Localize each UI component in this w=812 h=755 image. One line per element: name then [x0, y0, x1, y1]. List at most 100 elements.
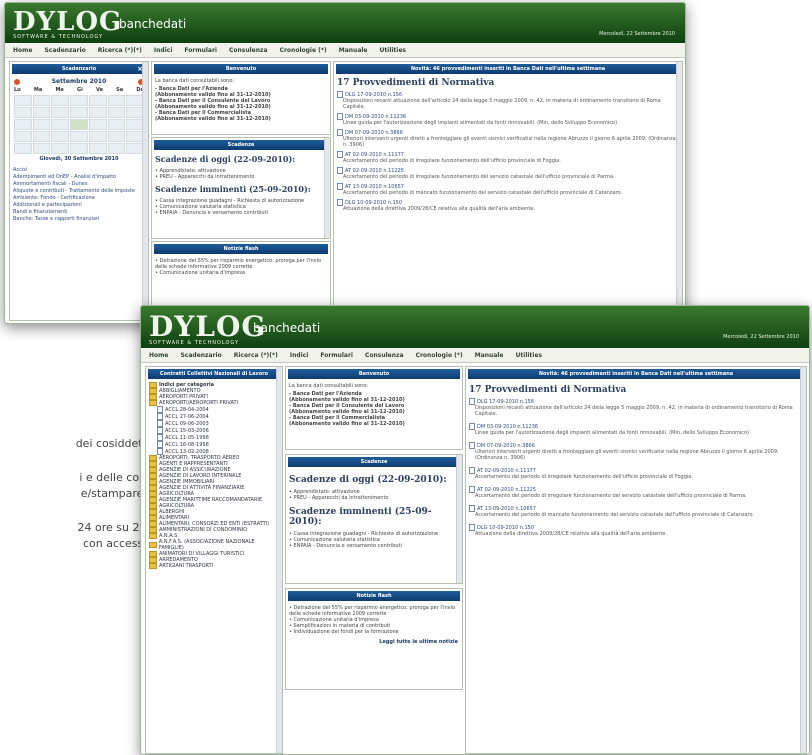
menu-home[interactable]: Home: [149, 352, 168, 359]
scrollbar[interactable]: [456, 455, 462, 583]
list-item[interactable]: AT 02-09-2010 n.11225 Accertamento del pe…: [337, 167, 679, 180]
menu-formulari[interactable]: Formulari: [184, 47, 217, 54]
menu-utilities[interactable]: Utilities: [516, 352, 542, 359]
calendar-day[interactable]: [107, 143, 126, 154]
calendar-day[interactable]: [70, 131, 88, 142]
scrollbar[interactable]: [276, 367, 282, 753]
calendar-day-selected[interactable]: [70, 119, 88, 130]
menu-home[interactable]: Home: [13, 47, 32, 54]
calendar-day[interactable]: [70, 107, 88, 118]
calendar-day[interactable]: [51, 95, 70, 106]
item-head[interactable]: AT 13-09-2010 n.10657: [477, 506, 536, 512]
menu-indici[interactable]: Indici: [154, 47, 172, 54]
item-head[interactable]: DM 03-09-2010 n.11236: [345, 114, 406, 120]
scrollbar[interactable]: [142, 62, 148, 320]
item-head[interactable]: AT 02-09-2010 n.11225: [477, 487, 536, 493]
scrollbar[interactable]: [676, 62, 682, 320]
menu-indici[interactable]: Indici: [290, 352, 308, 359]
list-item[interactable]: Bandi e finanziamenti: [13, 209, 145, 215]
item-head[interactable]: AT 02-09-2010 n.11225: [345, 168, 404, 174]
list-item[interactable]: • ENPAIA - Denuncia e versamento contrib…: [155, 210, 327, 216]
calendar-day[interactable]: [88, 107, 107, 118]
tree-leaf[interactable]: ACCL 09-06-2003: [149, 420, 279, 427]
menu-consulenza[interactable]: Consulenza: [365, 352, 404, 359]
calendar-day[interactable]: [51, 131, 70, 142]
calendar-day[interactable]: [88, 95, 107, 106]
item-head[interactable]: AT 13-09-2010 n.10657: [345, 184, 404, 190]
list-item[interactable]: • ENPAIA - Denuncia e versamento contrib…: [289, 543, 459, 549]
list-item[interactable]: Banche: Tasse e rapporti finanziari: [13, 216, 145, 222]
tree-leaf[interactable]: ACCL 15-03-2006: [149, 427, 279, 434]
menu-manuale[interactable]: Manuale: [339, 47, 368, 54]
calendar-day[interactable]: [32, 119, 51, 130]
list-item[interactable]: DLG 17-09-2010 n.156 Disposizioni recanti…: [337, 91, 679, 110]
calendar-day[interactable]: [14, 95, 32, 106]
tree-leaf[interactable]: ACCL 28-04-2004: [149, 406, 279, 413]
calendar-day[interactable]: [14, 131, 32, 142]
menu-scadenzario[interactable]: Scadenzario: [44, 47, 85, 54]
menu-consulenza[interactable]: Consulenza: [229, 47, 268, 54]
list-item[interactable]: • PREU - Apparecchi da intrattenimento: [289, 495, 459, 501]
menu-cronologie[interactable]: Cronologie (*): [280, 47, 327, 54]
scrollbar[interactable]: [800, 367, 806, 753]
calendar-day[interactable]: [14, 143, 32, 154]
list-item[interactable]: Ambiente: Fondo - Certificazione: [13, 195, 145, 201]
item-head[interactable]: DM 03-09-2010 n.11236: [477, 424, 538, 430]
calendar-day[interactable]: [88, 119, 107, 130]
calendar-day[interactable]: [70, 143, 88, 154]
item-head[interactable]: AT 02-09-2010 n.11177: [477, 468, 536, 474]
all-news-link[interactable]: Leggi tutte le ultime notizie: [286, 637, 462, 647]
item-head[interactable]: DLG 17-09-2010 n.156: [345, 92, 402, 98]
calendar-day[interactable]: [14, 119, 32, 130]
tree-leaf[interactable]: ACCL 11-05-1998: [149, 434, 279, 441]
menu-ricerca[interactable]: Ricerca (*)(*): [234, 352, 278, 359]
calendar-day[interactable]: [88, 143, 107, 154]
list-item[interactable]: AT 02-09-2010 n.11177 Accertamento del pe…: [469, 467, 803, 480]
item-head[interactable]: DLG 17-09-2010 n.156: [477, 399, 534, 405]
calendar-day[interactable]: [32, 143, 51, 154]
item-head[interactable]: DLG 10-09-2010 n.150: [345, 200, 402, 206]
list-item[interactable]: Addizionali e partecipazioni: [13, 202, 145, 208]
menu-manuale[interactable]: Manuale: [475, 352, 504, 359]
calendar-day[interactable]: [32, 107, 51, 118]
tree-leaf[interactable]: ACCL 27-06-2004: [149, 413, 279, 420]
tree-node[interactable]: ARTIGIANI TRASPORTI: [149, 563, 279, 569]
calendar-day[interactable]: [107, 95, 126, 106]
prev-month-icon[interactable]: [14, 78, 20, 85]
tree-leaf[interactable]: ACCL 16-08-1998: [149, 441, 279, 448]
news-item[interactable]: • Comunicazione unitaria d'impresa: [155, 270, 327, 276]
list-item[interactable]: Accisi: [13, 167, 145, 173]
calendar-day[interactable]: [51, 107, 70, 118]
calendar-day[interactable]: [51, 119, 70, 130]
list-item[interactable]: DLG 17-09-2010 n.156 Disposizioni recanti…: [469, 398, 803, 417]
menu-formulari[interactable]: Formulari: [320, 352, 353, 359]
list-item[interactable]: DM 03-09-2010 n.11236 Linee guida per l'a…: [337, 113, 679, 126]
list-item[interactable]: AT 13-09-2010 n.10657 Accertamento del pe…: [469, 505, 803, 518]
list-item[interactable]: Aliquote e contributi - Trattamento dell…: [13, 188, 145, 194]
calendar-day[interactable]: [51, 143, 70, 154]
news-item[interactable]: • Detrazione del 55% per risparmio energ…: [289, 605, 459, 617]
menu-utilities[interactable]: Utilities: [380, 47, 406, 54]
list-item[interactable]: DLG 10-09-2010 n.150 Attuazione della dir…: [337, 199, 679, 212]
list-item[interactable]: AT 13-09-2010 n.10657 Accertamento del pe…: [337, 183, 679, 196]
menu-cronologie[interactable]: Cronologie (*): [416, 352, 463, 359]
list-item[interactable]: DM 07-09-2010 n.3866 Ulteriori interventi…: [469, 442, 803, 461]
scrollbar[interactable]: [324, 138, 330, 238]
list-item[interactable]: Adempimenti ed OnEP - Analisi d'impatto: [13, 174, 145, 180]
calendar-day[interactable]: [14, 107, 32, 118]
calendar-day[interactable]: [32, 95, 51, 106]
list-item[interactable]: DLG 10-09-2010 n.150 Attuazione della dir…: [469, 524, 803, 537]
item-head[interactable]: DM 07-09-2010 n.3866: [345, 130, 403, 136]
tree-leaf[interactable]: ACCL 13-02-2008: [149, 448, 279, 455]
list-item[interactable]: • PREU - Apparecchi da intrattenimento: [155, 174, 327, 180]
calendar-day[interactable]: [32, 131, 51, 142]
item-head[interactable]: DM 07-09-2010 n.3866: [477, 443, 535, 449]
menu-scadenzario[interactable]: Scadenzario: [180, 352, 221, 359]
list-item[interactable]: Ammortamenti fiscali - Dunes: [13, 181, 145, 187]
calendar-day[interactable]: [107, 107, 126, 118]
news-item[interactable]: • Individuazione dei fondi per la formaz…: [289, 629, 459, 635]
item-head[interactable]: DLG 10-09-2010 n.150: [477, 525, 534, 531]
calendar-day[interactable]: [107, 119, 126, 130]
news-item[interactable]: • Detrazione del 55% per risparmio energ…: [155, 258, 327, 270]
list-item[interactable]: AT 02-09-2010 n.11225 Accertamento del pe…: [469, 486, 803, 499]
